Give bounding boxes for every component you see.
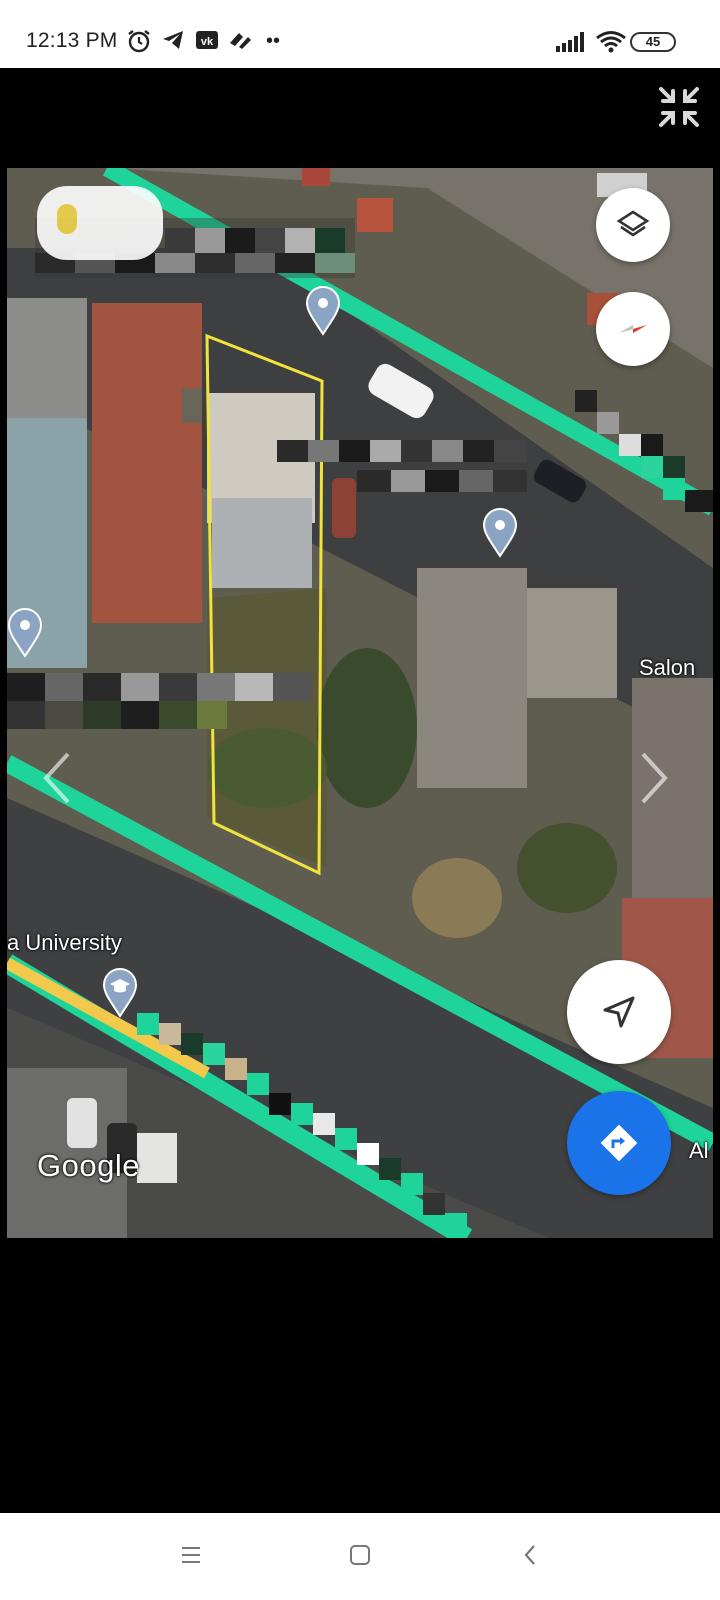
redacted-label-mid — [277, 440, 527, 492]
menu-button[interactable] — [169, 1533, 213, 1577]
place-label-salon[interactable]: Salon — [639, 655, 695, 681]
status-bar: 12:13 PM vk •• 45 — [0, 0, 720, 68]
home-icon — [350, 1545, 370, 1565]
satellite-map[interactable]: Salon a University Al Google — [7, 168, 713, 1238]
compass-button[interactable] — [596, 292, 670, 366]
layers-button[interactable] — [596, 188, 670, 262]
telegram-icon — [163, 31, 183, 49]
svg-text:vk: vk — [201, 36, 214, 48]
vk-icon: vk — [196, 31, 218, 49]
collapse-fullscreen-icon[interactable] — [657, 85, 701, 129]
more-icon: •• — [266, 30, 281, 52]
layers-icon — [616, 210, 650, 237]
directions-icon — [600, 1124, 638, 1162]
status-time: 12:13 PM — [26, 29, 118, 52]
home-button[interactable] — [338, 1533, 382, 1577]
navigation-arrow-icon — [603, 996, 635, 1028]
system-nav-bar — [0, 1513, 720, 1600]
place-pin-icon[interactable] — [7, 608, 43, 658]
wifi-icon — [596, 31, 626, 53]
redacted-label-bottom — [137, 1013, 467, 1235]
back-icon — [524, 1545, 535, 1565]
menu-icon — [182, 1547, 200, 1563]
battery-indicator: 45 — [630, 32, 676, 52]
alarm-icon — [128, 30, 150, 53]
previous-arrow-icon[interactable] — [40, 750, 72, 806]
google-logo: Google — [37, 1148, 140, 1183]
place-pin-icon[interactable] — [305, 286, 341, 336]
university-pin-icon[interactable] — [102, 968, 138, 1018]
redacted-search-chip — [37, 186, 163, 260]
road-label: Al — [689, 1138, 709, 1163]
place-label-university[interactable]: a University — [7, 930, 122, 956]
redacted-label-left — [7, 673, 312, 729]
redacted-label-right — [575, 390, 713, 512]
app-icon — [230, 33, 251, 49]
next-arrow-icon[interactable] — [639, 750, 671, 806]
place-pin-icon[interactable] — [482, 508, 518, 558]
signal-icon — [556, 32, 584, 52]
compass-icon — [619, 325, 647, 333]
directions-button[interactable] — [567, 1091, 671, 1195]
my-location-button[interactable] — [567, 960, 671, 1064]
back-button[interactable] — [508, 1533, 552, 1577]
